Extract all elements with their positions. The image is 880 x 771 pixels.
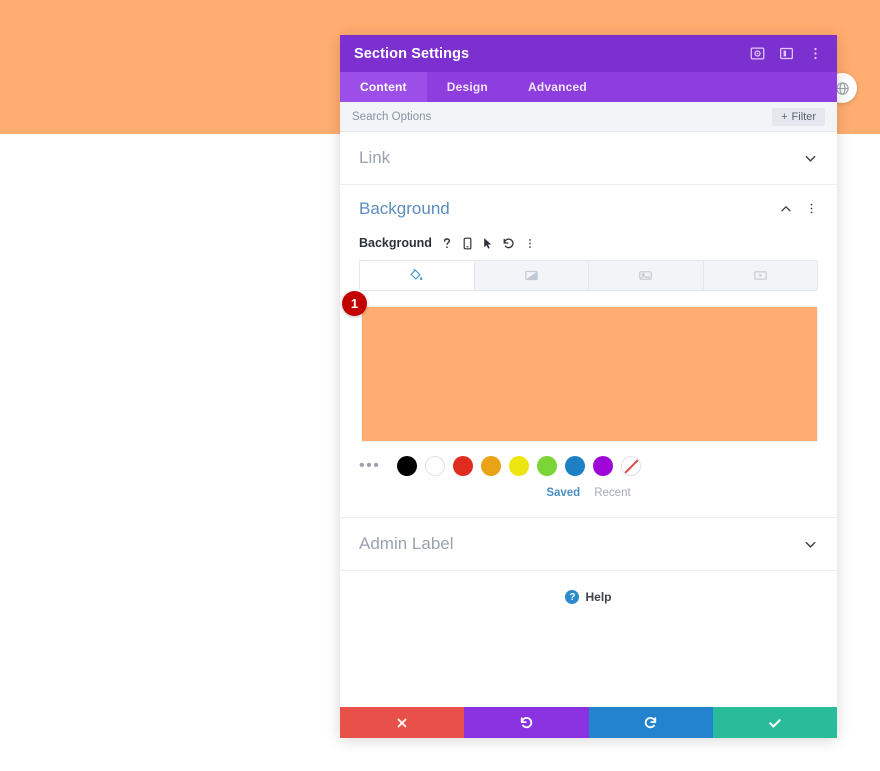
swatch-orange[interactable] [481,456,502,476]
layout-columns-icon[interactable] [779,46,794,61]
header-actions [750,46,823,61]
background-image-tab[interactable] [589,261,704,290]
color-swatch-row: ••• [340,442,837,476]
target-icon[interactable] [750,46,765,61]
background-field-label: Background [359,236,432,250]
background-color-preview-wrap: 1 [342,291,818,442]
modal-tab-bar: Content Design Advanced [340,72,837,102]
more-colors-icon[interactable]: ••• [359,458,380,474]
tab-design[interactable]: Design [427,72,508,102]
swatch-green[interactable] [537,456,558,476]
tab-advanced[interactable]: Advanced [508,72,607,102]
palette-tab-saved[interactable]: Saved [546,487,580,499]
cancel-button[interactable] [340,707,465,738]
chevron-down-icon [803,151,818,166]
help-label: Help [585,590,612,604]
filter-button[interactable]: + Filter [772,107,825,126]
help-button[interactable]: ? Help [340,571,837,623]
swatch-purple[interactable] [593,456,614,476]
section-background: Background Background 1 ••• Saved Recent [340,185,837,518]
section-settings-modal: Section Settings Content Design Advanced… [340,35,837,738]
save-button[interactable] [712,707,837,738]
chevron-up-icon[interactable] [779,202,793,216]
hover-cursor-icon[interactable] [482,237,493,250]
reset-undo-icon[interactable] [502,237,515,250]
page-title: Section Settings [354,45,470,62]
swatch-transparent[interactable] [621,456,642,476]
swatch-yellow[interactable] [509,456,530,476]
palette-tabs: Saved Recent [340,487,837,499]
background-video-tab[interactable] [704,261,818,290]
section-title-admin-label: Admin Label [359,534,454,553]
filter-button-label: Filter [791,110,816,123]
more-vertical-icon[interactable] [805,202,818,215]
search-input[interactable] [352,110,773,123]
background-field-label-row: Background [340,234,837,252]
section-header-background[interactable]: Background [340,185,837,232]
section-header-tools [779,202,818,216]
more-vertical-icon[interactable] [524,237,536,250]
help-question-icon[interactable] [441,237,453,250]
tab-content[interactable]: Content [340,72,427,102]
section-toggle-admin-label[interactable]: Admin Label [340,518,837,571]
modal-body: Link Background Background 1 ••• Saved R… [340,132,837,707]
redo-button[interactable] [588,707,713,738]
plus-icon: + [781,110,788,123]
section-toggle-link[interactable]: Link [340,132,837,185]
responsive-device-icon[interactable] [462,237,473,250]
more-vertical-icon[interactable] [808,46,823,61]
background-color-preview[interactable] [361,306,818,442]
screen: Section Settings Content Design Advanced… [0,0,880,771]
swatch-blue[interactable] [565,456,586,476]
modal-footer-actions [340,707,837,738]
undo-button[interactable] [464,707,589,738]
search-bar: + Filter [340,102,837,132]
help-question-icon: ? [565,590,580,604]
modal-header: Section Settings [340,35,837,72]
swatch-black[interactable] [397,456,418,476]
palette-tab-recent[interactable]: Recent [594,487,630,499]
step-badge: 1 [342,291,367,316]
background-gradient-tab[interactable] [475,261,589,290]
chevron-down-icon [803,537,818,552]
section-title-link: Link [359,148,391,167]
swatch-red[interactable] [453,456,474,476]
background-color-tab[interactable] [360,261,475,290]
section-title-background: Background [359,198,450,218]
background-type-tabs [359,260,818,291]
swatch-white[interactable] [425,456,446,476]
